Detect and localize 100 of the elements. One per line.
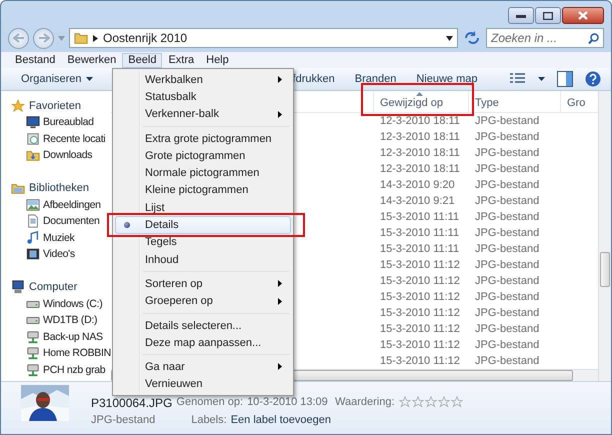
- star-icon[interactable]: [438, 396, 450, 408]
- sidebar-item[interactable]: Back-up NAS: [1, 328, 103, 345]
- toolbar-button[interactable]: Branden: [344, 73, 406, 85]
- help-icon[interactable]: [585, 71, 601, 87]
- table-cell-text: 15-3-2010 11:11: [379, 211, 460, 223]
- menu-item[interactable]: Tegels: [115, 234, 291, 251]
- column-header[interactable]: Gewijzigd op: [373, 91, 468, 112]
- table-cell-text: 15-3-2010 11:12: [379, 339, 461, 351]
- sidebar-item[interactable]: Afbeeldingen: [1, 196, 101, 213]
- menu-item[interactable]: Details selecteren...: [115, 316, 291, 334]
- menu-item[interactable]: Werkbalken: [115, 71, 291, 88]
- sidebar-item[interactable]: Bureaublad: [1, 114, 94, 130]
- menu-bar-item[interactable]: Extra: [162, 52, 200, 68]
- file-name: P3100064.JPG: [91, 396, 172, 410]
- address-bar[interactable]: Oostenrijk 2010: [69, 28, 458, 48]
- menu-item[interactable]: Details: [115, 216, 291, 234]
- table-cell-text: JPG-bestand: [474, 147, 540, 159]
- menu-bar-item[interactable]: Help: [200, 52, 235, 68]
- table-cell-text: JPG-bestand: [474, 131, 540, 143]
- menu-item[interactable]: Inhoud: [115, 250, 291, 268]
- table-cell-text: JPG-bestand: [474, 243, 540, 255]
- table-cell-text: JPG-bestand: [474, 211, 540, 223]
- table-cell-text: JPG-bestand: [474, 291, 540, 303]
- field-value: 10-3-2010 13:09: [247, 396, 328, 410]
- back-arrow-icon: [12, 33, 24, 43]
- table-cell-text: 15-3-2010 11:11: [379, 243, 460, 255]
- menu-item[interactable]: Verkenner-balk: [115, 106, 291, 123]
- menu-item[interactable]: Statusbalk: [115, 88, 291, 106]
- close-button[interactable]: [562, 7, 604, 24]
- sidebar-item[interactable]: Muziek: [1, 230, 74, 246]
- menu-item[interactable]: Lijst: [115, 199, 291, 216]
- forward-arrow-icon: [38, 33, 50, 43]
- view-list-icon[interactable]: [510, 73, 526, 85]
- sidebar-item[interactable]: Home ROBBIN: [1, 345, 111, 362]
- sidebar-item[interactable]: Video's: [1, 246, 75, 262]
- sidebar-group[interactable]: Computer: [1, 278, 78, 296]
- refresh-icon[interactable]: [462, 29, 482, 47]
- menu-bar-item[interactable]: Bestand: [9, 52, 62, 68]
- table-cell-text: JPG-bestand: [474, 275, 540, 287]
- star-icon[interactable]: [412, 396, 424, 408]
- toolbar-button[interactable]: Nieuwe map: [406, 73, 488, 85]
- monitor-icon: [26, 115, 40, 130]
- minimize-button[interactable]: [508, 7, 534, 24]
- menu-item[interactable]: Groeperen op: [115, 292, 291, 310]
- menu-item[interactable]: Vernieuwen: [115, 376, 291, 394]
- table-cell-text: 15-3-2010 11:12: [379, 307, 461, 319]
- forward-button[interactable]: [33, 28, 54, 48]
- film-icon: [26, 247, 40, 262]
- sidebar-group[interactable]: Bibliotheken: [1, 180, 89, 196]
- preview-pane-icon[interactable]: [557, 71, 573, 87]
- star-icon[interactable]: [398, 396, 411, 408]
- menu-item[interactable]: Normale pictogrammen: [115, 164, 291, 182]
- minimize-icon: [516, 14, 526, 18]
- network-drive-icon: [26, 330, 40, 344]
- star-icon: [11, 98, 25, 112]
- add-label-field[interactable]: Een label toevoegen: [230, 414, 331, 426]
- network-drive-icon: [26, 362, 40, 377]
- table-cell-text: 12-3-2010 18:11: [379, 163, 461, 175]
- vertical-scrollbar[interactable]: [598, 91, 611, 381]
- menu-item[interactable]: Ga naar: [115, 358, 291, 376]
- table-cell-text: 12-3-2010 18:11: [379, 115, 461, 127]
- sidebar-item[interactable]: Recente locati: [1, 130, 106, 147]
- caret-icon[interactable]: [538, 77, 545, 81]
- toolbar-button[interactable]: Organiseren: [11, 73, 103, 85]
- folder-icon: [11, 181, 25, 195]
- menu-item[interactable]: Grote pictogrammen: [115, 147, 291, 164]
- menu-item[interactable]: Sorteren op: [115, 275, 291, 293]
- rating-stars[interactable]: [398, 396, 463, 408]
- chevron-icon[interactable]: [93, 34, 98, 42]
- sidebar-group[interactable]: Favorieten: [1, 97, 81, 114]
- folder-icon: [26, 148, 40, 162]
- table-cell-text: 14-3-2010 9:21: [379, 195, 456, 207]
- music-note-icon: [26, 230, 40, 245]
- star-icon[interactable]: [424, 396, 437, 408]
- network-drive-icon: [26, 346, 40, 360]
- table-cell-text: 12-3-2010 18:11: [379, 131, 461, 143]
- menu-item[interactable]: Deze map aanpassen...: [115, 334, 291, 352]
- menu-bar-item[interactable]: Beeld: [122, 52, 162, 68]
- maximize-button[interactable]: [535, 7, 561, 24]
- sidebar-item[interactable]: Downloads: [1, 147, 92, 164]
- sidebar-item[interactable]: PCH nzb grab: [1, 362, 106, 378]
- star-icon[interactable]: [450, 396, 463, 408]
- field-label: Genomen op:: [176, 396, 244, 410]
- scrollbar-thumb[interactable]: [600, 252, 610, 287]
- menu-bar-item[interactable]: Bewerken: [61, 52, 122, 68]
- folder-icon: [74, 31, 88, 45]
- sidebar-item[interactable]: WD1TB (D:): [1, 312, 98, 328]
- search-icon: [588, 33, 599, 44]
- table-cell-text: JPG-bestand: [474, 195, 540, 207]
- radio-dot-icon: [124, 222, 130, 228]
- sidebar-item[interactable]: Documenten: [1, 213, 100, 230]
- table-cell-text: 15-3-2010 11:12: [379, 291, 461, 303]
- back-button[interactable]: [8, 28, 29, 48]
- caret-icon[interactable]: [446, 36, 453, 40]
- column-header[interactable]: Type: [468, 91, 560, 112]
- sidebar-item[interactable]: Windows (C:): [1, 296, 102, 312]
- menu-item[interactable]: Kleine pictogrammen: [115, 182, 291, 200]
- search-field[interactable]: Zoeken in ...: [486, 28, 604, 48]
- table-cell-text: 15-3-2010 11:12: [379, 259, 461, 271]
- menu-item[interactable]: Extra grote pictogrammen: [115, 130, 291, 148]
